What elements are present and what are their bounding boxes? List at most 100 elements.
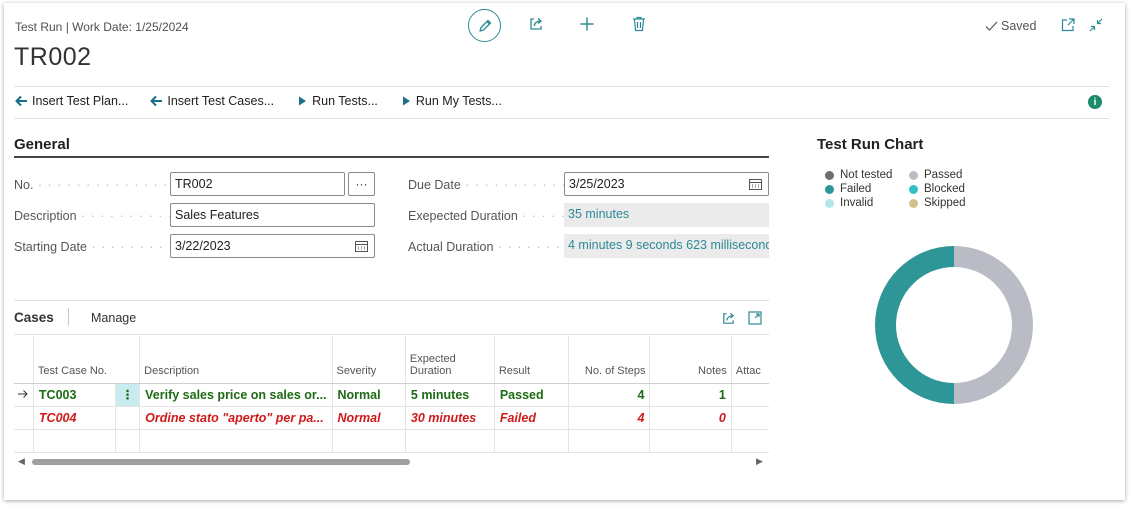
legend-swatch bbox=[825, 198, 834, 208]
cell-empty[interactable] bbox=[568, 429, 651, 453]
cell-attachments[interactable] bbox=[731, 383, 769, 407]
row-selector[interactable] bbox=[14, 383, 34, 407]
calendar-icon[interactable] bbox=[355, 240, 368, 252]
column-header-description[interactable]: Description bbox=[139, 336, 333, 384]
legend-item-skipped[interactable]: Skipped bbox=[909, 197, 993, 209]
expand-cases-button[interactable] bbox=[746, 309, 764, 327]
cell-severity[interactable]: Normal bbox=[332, 406, 406, 430]
cell-empty[interactable] bbox=[405, 429, 495, 453]
row-actions-menu[interactable] bbox=[115, 406, 141, 430]
arrow-left-icon bbox=[150, 95, 163, 107]
column-header-test-case-no[interactable]: Test Case No. bbox=[33, 336, 141, 384]
cell-empty[interactable] bbox=[139, 429, 333, 453]
edit-button[interactable] bbox=[468, 9, 501, 42]
table-row[interactable]: TC004 Ordine stato "aperto" per pa... No… bbox=[14, 406, 769, 430]
collapse-button[interactable] bbox=[1087, 16, 1105, 34]
action-bar: Insert Test Plan... Insert Test Cases...… bbox=[15, 94, 502, 108]
play-icon bbox=[299, 96, 307, 106]
cell-empty[interactable] bbox=[494, 429, 570, 453]
column-header-notes[interactable]: Notes bbox=[649, 336, 732, 384]
no-field[interactable]: TR002 bbox=[170, 172, 345, 196]
legend-swatch bbox=[909, 184, 918, 194]
cell-result[interactable]: Failed bbox=[494, 406, 570, 430]
table-row[interactable]: TC003 ⋮ Verify sales price on sales or..… bbox=[14, 383, 769, 407]
cell-empty[interactable] bbox=[115, 429, 141, 453]
cell-empty[interactable] bbox=[332, 429, 406, 453]
empty-row[interactable] bbox=[14, 429, 769, 453]
insert-test-plan-action[interactable]: Insert Test Plan... bbox=[15, 94, 128, 108]
column-header-no-of-steps[interactable]: No. of Steps bbox=[568, 336, 651, 384]
cell-empty[interactable] bbox=[649, 429, 732, 453]
lookup-button[interactable]: ··· bbox=[348, 172, 375, 196]
row-actions-menu[interactable]: ⋮ bbox=[115, 383, 141, 407]
starting-date-value: 3/22/2023 bbox=[175, 239, 231, 253]
chart-title: Test Run Chart bbox=[817, 136, 924, 153]
cases-tab[interactable]: Cases bbox=[14, 310, 54, 325]
description-field[interactable]: Sales Features bbox=[170, 203, 375, 227]
column-header-attachments[interactable]: Attac bbox=[731, 336, 769, 384]
cell-severity[interactable]: Normal bbox=[332, 383, 406, 407]
share-button[interactable] bbox=[527, 15, 545, 33]
cell-test-case-no[interactable]: TC004 bbox=[33, 406, 117, 430]
saved-status: Saved bbox=[985, 19, 1036, 33]
column-header-expected-duration[interactable]: Expected Duration bbox=[405, 336, 495, 384]
insert-test-cases-action[interactable]: Insert Test Cases... bbox=[150, 94, 274, 108]
cell-description[interactable]: Ordine stato "aperto" per pa... bbox=[139, 406, 333, 430]
cell-no-of-steps[interactable]: 4 bbox=[568, 383, 651, 407]
cell-expected-duration[interactable]: 30 minutes bbox=[405, 406, 495, 430]
donut-chart bbox=[875, 246, 1033, 404]
legend-item-not-tested[interactable]: Not tested bbox=[825, 169, 909, 181]
row-selector[interactable] bbox=[14, 406, 34, 430]
share-cases-button[interactable] bbox=[719, 309, 737, 327]
legend-label: Not tested bbox=[840, 169, 893, 181]
run-my-tests-action[interactable]: Run My Tests... bbox=[400, 94, 502, 108]
donut-slice-failed[interactable] bbox=[875, 246, 954, 404]
cell-expected-duration[interactable]: 5 minutes bbox=[405, 383, 495, 407]
cell-result[interactable]: Passed bbox=[494, 383, 570, 407]
new-button[interactable] bbox=[578, 15, 596, 33]
cell-no-of-steps[interactable]: 4 bbox=[568, 406, 651, 430]
page-frame: Test Run | Work Date: 1/25/2024 TR002 Sa… bbox=[4, 3, 1125, 500]
run-tests-action[interactable]: Run Tests... bbox=[296, 94, 378, 108]
run-tests-label: Run Tests... bbox=[312, 94, 378, 108]
divider bbox=[14, 118, 1109, 119]
legend-item-passed[interactable]: Passed bbox=[909, 169, 993, 181]
cell-notes[interactable]: 1 bbox=[649, 383, 732, 407]
edit-icon bbox=[478, 19, 491, 32]
expected-duration-value: 35 minutes bbox=[564, 203, 769, 227]
tab-separator bbox=[68, 308, 69, 326]
legend-item-invalid[interactable]: Invalid bbox=[825, 197, 909, 209]
cell-test-case-no[interactable]: TC003 bbox=[33, 383, 117, 407]
section-underline bbox=[14, 156, 769, 158]
scroll-left-arrow[interactable]: ◀ bbox=[18, 456, 25, 467]
cell-description[interactable]: Verify sales price on sales or... bbox=[139, 383, 333, 407]
delete-button[interactable] bbox=[630, 15, 648, 33]
general-section-title[interactable]: General bbox=[14, 136, 70, 153]
legend-item-failed[interactable]: Failed bbox=[825, 183, 909, 195]
legend-label: Blocked bbox=[924, 183, 965, 195]
cell-notes[interactable]: 0 bbox=[649, 406, 732, 430]
check-icon bbox=[985, 21, 998, 31]
calendar-icon[interactable] bbox=[749, 178, 762, 190]
cases-table: Test Case No. Description Severity Expec… bbox=[14, 336, 769, 453]
scroll-right-arrow[interactable]: ▶ bbox=[756, 456, 763, 467]
due-date-label: Due Date bbox=[408, 178, 564, 192]
legend-swatch bbox=[909, 170, 918, 180]
horizontal-scrollbar[interactable] bbox=[32, 459, 410, 465]
column-header-result[interactable]: Result bbox=[494, 336, 570, 384]
insert-test-plan-label: Insert Test Plan... bbox=[32, 94, 129, 108]
starting-date-field[interactable]: 3/22/2023 bbox=[170, 234, 375, 258]
donut-slice-passed[interactable] bbox=[954, 246, 1033, 404]
row-selector[interactable] bbox=[14, 429, 34, 453]
legend-label: Skipped bbox=[924, 197, 966, 209]
due-date-field[interactable]: 3/25/2023 bbox=[564, 172, 769, 196]
cell-attachments[interactable] bbox=[731, 406, 769, 430]
open-new-window-button[interactable] bbox=[1059, 16, 1077, 34]
cell-empty[interactable] bbox=[731, 429, 769, 453]
cell-empty[interactable] bbox=[33, 429, 117, 453]
expected-duration-label: Exepected Duration bbox=[408, 209, 564, 223]
manage-tab[interactable]: Manage bbox=[91, 311, 136, 325]
column-header-severity[interactable]: Severity bbox=[332, 336, 406, 384]
info-icon[interactable]: i bbox=[1088, 95, 1102, 109]
legend-item-blocked[interactable]: Blocked bbox=[909, 183, 993, 195]
